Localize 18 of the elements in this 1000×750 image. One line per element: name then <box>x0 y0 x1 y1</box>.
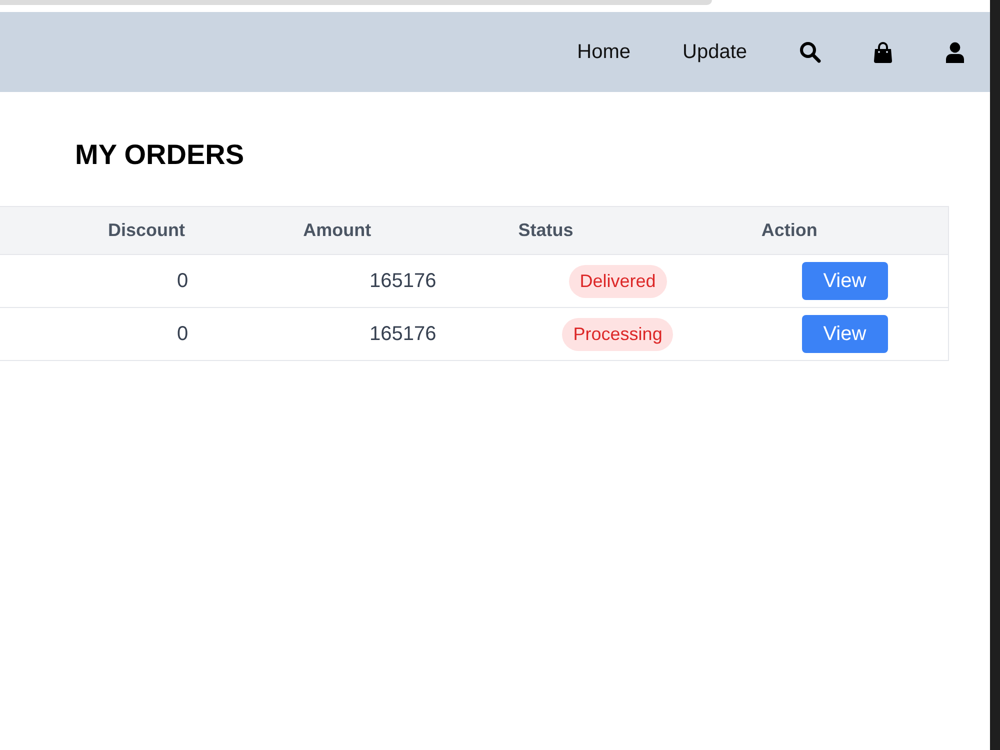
discount-value: 0 <box>177 269 188 294</box>
view-button[interactable]: View <box>802 262 888 300</box>
column-header: Status <box>518 219 574 242</box>
status-badge: Delivered <box>568 264 667 298</box>
nav-link[interactable]: Home <box>577 40 630 64</box>
column-header: Action <box>761 219 818 242</box>
search-icon[interactable] <box>799 41 821 63</box>
user-icon[interactable] <box>945 42 965 62</box>
amount-value: 165176 <box>370 269 436 294</box>
status-badge: Processing <box>562 318 674 352</box>
shopping-bag-icon[interactable] <box>873 42 893 62</box>
nav-link[interactable]: Update <box>682 40 747 64</box>
view-button[interactable]: View <box>802 315 888 354</box>
amount-value: 165176 <box>370 322 436 348</box>
discount-value: 0 <box>177 322 188 348</box>
page-title: MY ORDERS <box>74 138 246 172</box>
column-header: Discount <box>108 219 186 242</box>
column-header: Amount <box>303 219 372 242</box>
